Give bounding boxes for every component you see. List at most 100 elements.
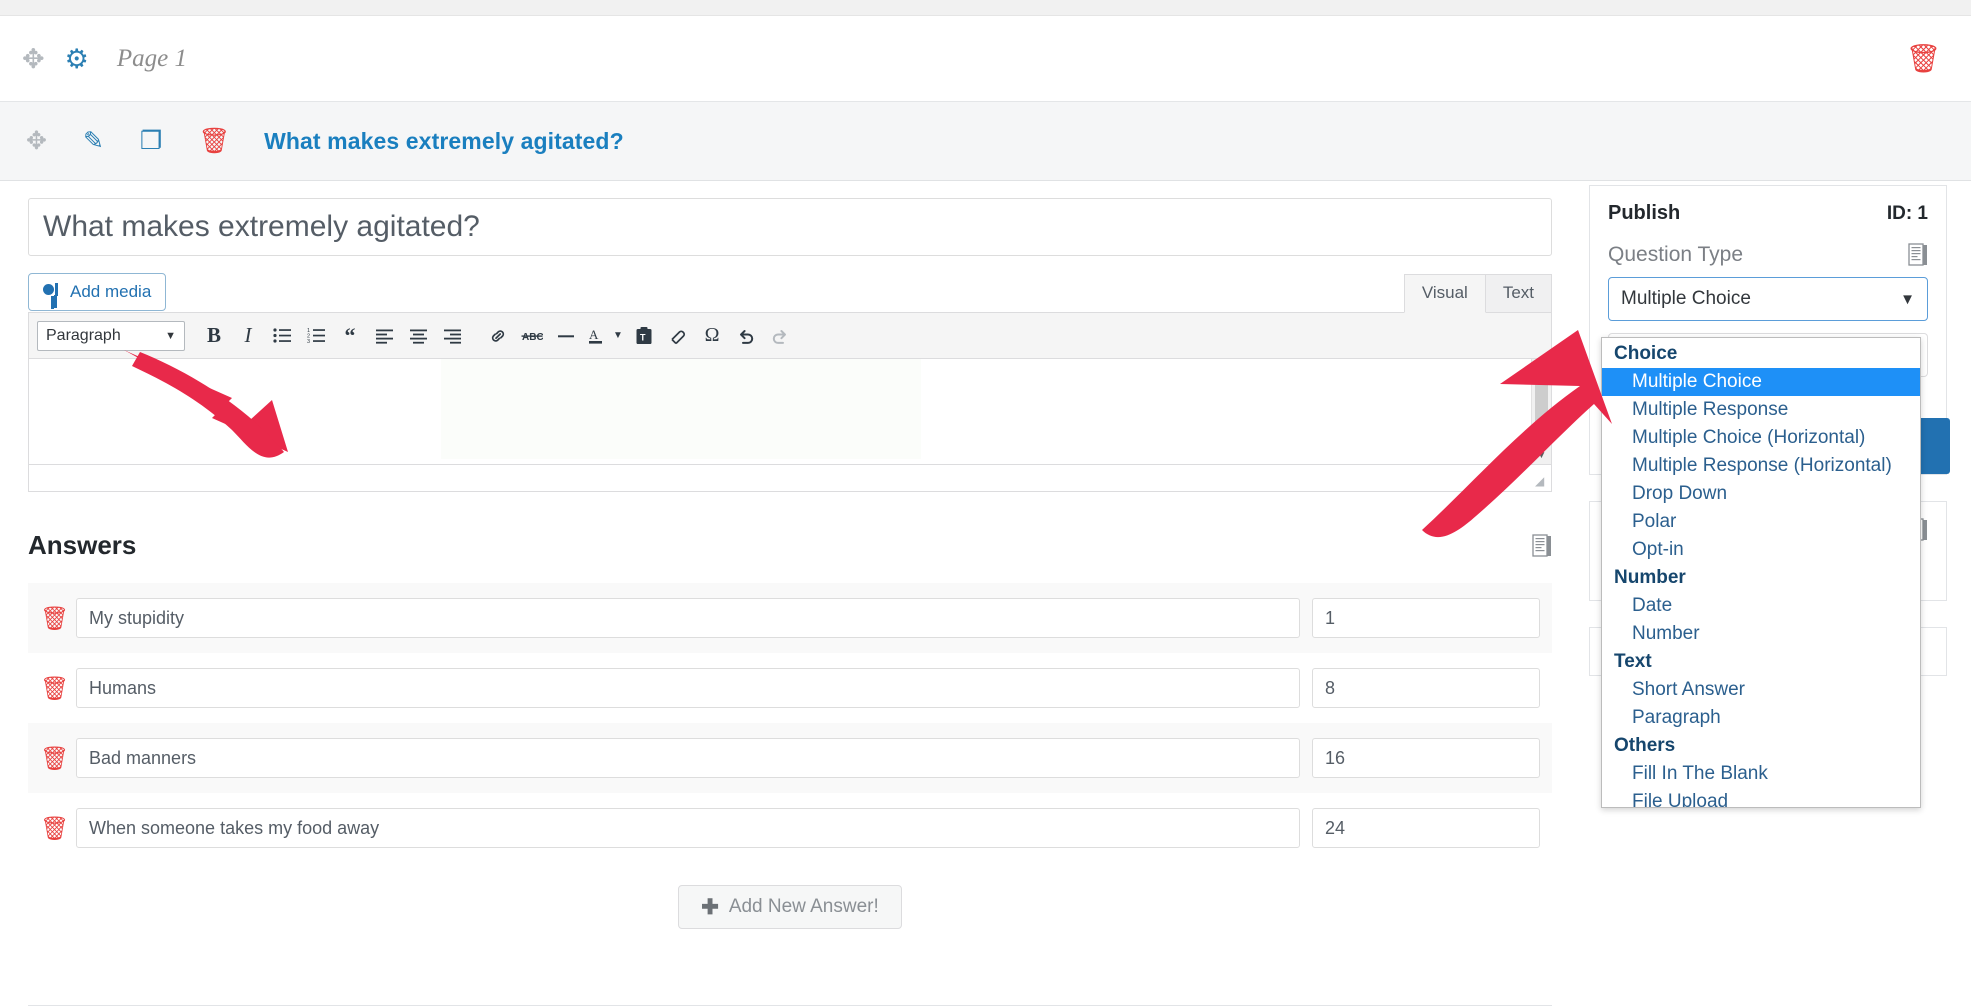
move-icon[interactable]: ✥	[26, 128, 47, 154]
svg-text:ABC: ABC	[522, 332, 543, 343]
move-icon[interactable]: ✥	[22, 45, 45, 73]
trash-icon[interactable]: 🗑	[1905, 45, 1941, 73]
question-title-input[interactable]	[28, 198, 1552, 256]
question-type-select[interactable]: Multiple Choice ▼	[1608, 277, 1928, 321]
top-strip	[0, 0, 1971, 16]
chevron-down-icon: ▼	[1900, 290, 1915, 308]
editor-status-bar: ◢	[29, 464, 1551, 491]
answers-section-title: Answers	[28, 530, 137, 560]
add-new-answer-button[interactable]: ✚ Add New Answer!	[678, 885, 902, 929]
trash-icon[interactable]: 🗑	[40, 675, 76, 702]
bulleted-list-icon[interactable]	[265, 319, 299, 353]
page-header: ✥ ⚙ Page 1 🗑	[0, 17, 1971, 101]
text-color-icon[interactable]: A	[583, 319, 609, 353]
editor-toolbar: Paragraph ▼ B I 1 2 3 “ ABC A ▼ T Ω	[29, 313, 1551, 359]
dropdown-option-polar[interactable]: Polar	[1602, 508, 1920, 536]
svg-text:A: A	[589, 327, 599, 342]
blockquote-icon[interactable]: “	[333, 319, 367, 353]
align-right-icon[interactable]	[435, 319, 469, 353]
question-header-label: What makes extremely agitated?	[264, 127, 624, 154]
strikethrough-icon[interactable]: ABC	[515, 319, 549, 353]
editor-content-placeholder	[441, 359, 921, 459]
trash-icon[interactable]: 🗑	[40, 815, 76, 842]
add-media-label: Add media	[70, 282, 152, 301]
question-id-label: ID: 1	[1886, 202, 1928, 224]
horizontal-rule-icon[interactable]	[549, 319, 583, 353]
answer-value-input[interactable]	[1312, 598, 1540, 638]
publish-panel-header: Publish ID: 1	[1608, 202, 1928, 225]
trash-icon[interactable]: 🗑	[40, 605, 76, 632]
dropdown-option-multiple-choice[interactable]: Multiple Choice	[1602, 368, 1920, 396]
clear-formatting-icon[interactable]	[661, 319, 695, 353]
svg-text:3: 3	[307, 339, 310, 344]
trash-icon[interactable]: 🗑	[198, 128, 230, 154]
tab-visual[interactable]: Visual	[1403, 274, 1486, 313]
link-icon[interactable]	[481, 319, 515, 353]
table-row: 🗑	[28, 583, 1552, 653]
page-title: Page 1	[116, 45, 187, 72]
publish-title: Publish	[1608, 202, 1681, 224]
italic-icon[interactable]: I	[231, 319, 265, 353]
trash-icon[interactable]: 🗑	[40, 745, 76, 772]
question-type-dropdown[interactable]: Choice Multiple Choice Multiple Response…	[1601, 337, 1921, 808]
special-character-icon[interactable]: Ω	[695, 319, 729, 353]
add-media-button[interactable]: Add media	[28, 273, 167, 311]
pencil-icon[interactable]: ✎	[83, 128, 104, 154]
dropdown-option-date[interactable]: Date	[1602, 592, 1920, 620]
answer-value-input[interactable]	[1312, 668, 1540, 708]
answer-text-input[interactable]	[76, 808, 1300, 848]
answers-list: 🗑 🗑 🗑 🗑	[28, 583, 1552, 863]
tab-text[interactable]: Text	[1484, 274, 1552, 313]
editor-content-area[interactable]: ▲ ▼	[29, 359, 1551, 464]
chevron-down-icon: ▼	[165, 329, 176, 342]
text-color-chevron-icon[interactable]: ▼	[609, 319, 627, 353]
svg-text:T: T	[640, 332, 646, 342]
format-select-value: Paragraph	[46, 326, 121, 344]
gear-icon[interactable]: ⚙	[65, 45, 89, 73]
numbered-list-icon[interactable]: 1 2 3	[299, 319, 333, 353]
answer-text-input[interactable]	[76, 598, 1300, 638]
dropdown-option-file-upload[interactable]: File Upload	[1602, 788, 1920, 807]
add-media-icon	[43, 283, 61, 301]
dropdown-option-multiple-response-horizontal[interactable]: Multiple Response (Horizontal)	[1602, 452, 1920, 480]
answers-header: Answers	[28, 530, 1552, 561]
dropdown-option-drop-down[interactable]: Drop Down	[1602, 480, 1920, 508]
document-icon[interactable]	[1908, 243, 1928, 267]
dropdown-option-short-answer[interactable]: Short Answer	[1602, 676, 1920, 704]
dropdown-group-label: Text	[1614, 651, 1652, 672]
scroll-down-icon[interactable]: ▼	[1537, 450, 1547, 461]
add-answer-row: ✚ Add New Answer!	[28, 885, 1552, 929]
bold-icon[interactable]: B	[197, 319, 231, 353]
app-root: ✥ ⚙ Page 1 🗑 ✥ ✎ ❐ 🗑 What makes extremel…	[0, 0, 1971, 1006]
redo-icon[interactable]	[763, 319, 797, 353]
align-center-icon[interactable]	[401, 319, 435, 353]
answer-text-input[interactable]	[76, 738, 1300, 778]
scrollbar-thumb[interactable]	[1535, 375, 1548, 433]
align-left-icon[interactable]	[367, 319, 401, 353]
media-row: Add media Visual Text	[28, 272, 1552, 313]
dropdown-option-fill-in-the-blank[interactable]: Fill In The Blank	[1602, 760, 1920, 788]
scroll-up-icon[interactable]: ▲	[1537, 362, 1547, 373]
format-select[interactable]: Paragraph ▼	[37, 320, 185, 351]
copy-icon[interactable]: ❐	[140, 128, 162, 154]
paste-as-text-icon[interactable]: T	[627, 319, 661, 353]
question-type-label: Question Type	[1608, 243, 1744, 266]
editor-scrollbar[interactable]: ▲ ▼	[1531, 359, 1551, 464]
answer-value-input[interactable]	[1312, 738, 1540, 778]
dropdown-option-number[interactable]: Number	[1602, 620, 1920, 648]
undo-icon[interactable]	[729, 319, 763, 353]
dropdown-option-opt-in[interactable]: Opt-in	[1602, 536, 1920, 564]
dropdown-option-paragraph[interactable]: Paragraph	[1602, 704, 1920, 732]
table-row: 🗑	[28, 723, 1552, 793]
resize-handle-icon[interactable]: ◢	[1535, 475, 1547, 488]
table-row: 🗑	[28, 653, 1552, 723]
answer-text-input[interactable]	[76, 668, 1300, 708]
dropdown-group-label: Others	[1614, 735, 1676, 756]
rich-text-editor: Paragraph ▼ B I 1 2 3 “ ABC A ▼ T Ω ▲ ▼ …	[28, 312, 1552, 492]
main-content: Add media Visual Text Paragraph ▼ B I	[0, 181, 1580, 1006]
answer-value-input[interactable]	[1312, 808, 1540, 848]
plus-icon: ✚	[701, 895, 719, 919]
dropdown-option-multiple-response[interactable]: Multiple Response	[1602, 396, 1920, 424]
document-icon[interactable]	[1532, 533, 1552, 558]
dropdown-option-multiple-choice-horizontal[interactable]: Multiple Choice (Horizontal)	[1602, 424, 1920, 452]
